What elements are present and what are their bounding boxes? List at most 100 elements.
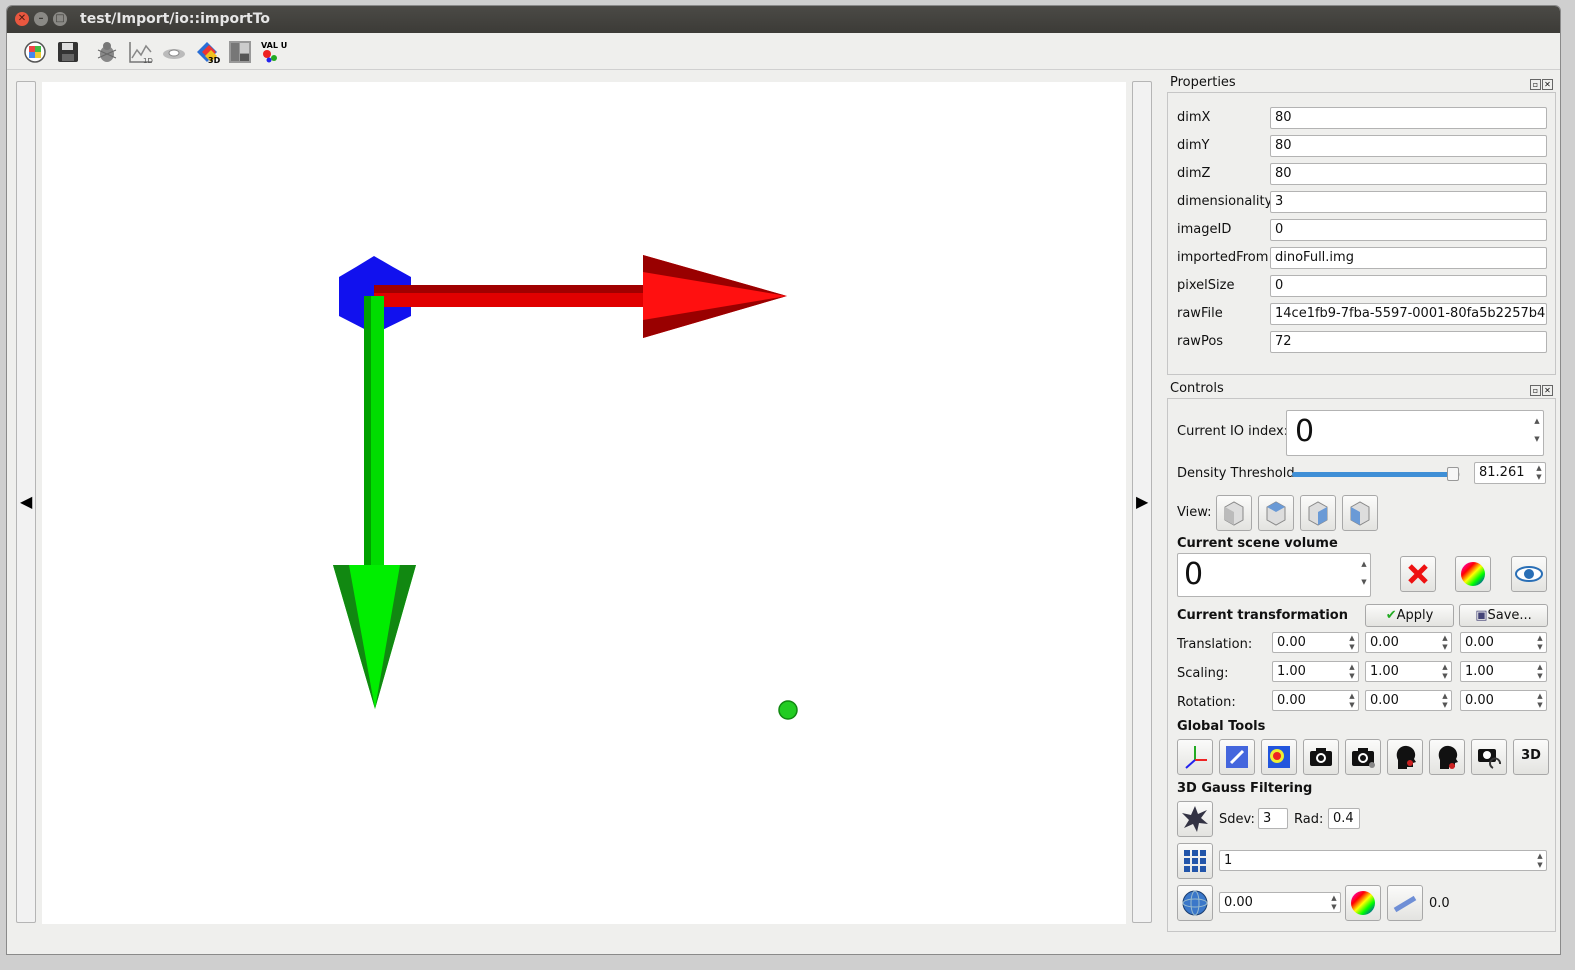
view-back-button[interactable] xyxy=(1342,495,1378,531)
sphere-spinbox[interactable]: 0.00 ▲ ▼ xyxy=(1219,892,1341,913)
save-transform-button[interactable]: ▣Save... xyxy=(1459,604,1548,627)
link-tool-button[interactable] xyxy=(1219,739,1255,775)
bug-icon[interactable] xyxy=(95,40,119,64)
property-value-field[interactable]: 0 xyxy=(1270,219,1547,241)
save-icon[interactable] xyxy=(56,40,80,64)
scaling-spinbox[interactable]: 1.00 ▲ ▼ xyxy=(1365,661,1452,682)
spin-arrows-icon[interactable]: ▲ ▼ xyxy=(1534,662,1546,681)
volume-visibility-button[interactable] xyxy=(1511,556,1547,592)
screenshot-button[interactable] xyxy=(1303,739,1339,775)
scene-volume-spinbox[interactable]: 0 ▲ ▼ xyxy=(1177,553,1371,597)
left-arrow-icon: ◀ xyxy=(20,492,33,511)
screenshot-hires-button[interactable] xyxy=(1345,739,1381,775)
rotate-camera-button[interactable] xyxy=(1471,739,1507,775)
svg-text:1D: 1D xyxy=(143,57,153,64)
sdev-input[interactable]: 3 xyxy=(1258,808,1288,829)
property-value-field[interactable]: dinoFull.img xyxy=(1270,247,1547,269)
property-value-field[interactable]: 80 xyxy=(1270,107,1547,129)
spin-arrows-icon[interactable]: ▲ ▼ xyxy=(1346,691,1358,710)
view-front-button[interactable] xyxy=(1216,495,1252,531)
scaling-value: 1.00 xyxy=(1370,664,1399,679)
cube-top-icon xyxy=(1266,501,1286,526)
3d-rotate-button[interactable]: 3D xyxy=(1513,739,1549,775)
spin-arrows-icon[interactable]: ▲ ▼ xyxy=(1358,554,1370,596)
property-value-field[interactable]: 80 xyxy=(1270,135,1547,157)
float-icon[interactable]: ▫ xyxy=(1530,385,1541,396)
values-icon[interactable]: VAL UES xyxy=(261,40,299,64)
remove-volume-button[interactable] xyxy=(1400,556,1436,592)
property-value-field[interactable]: 3 xyxy=(1270,191,1547,213)
translation-spinbox[interactable]: 0.00 ▲ ▼ xyxy=(1460,632,1547,653)
sphere-button[interactable] xyxy=(1177,885,1213,921)
head-tool-2-button[interactable] xyxy=(1429,739,1465,775)
values-icon-text: VAL UES xyxy=(261,41,287,50)
spin-arrows-icon[interactable]: ▲ ▼ xyxy=(1346,633,1358,652)
title-bar: ✕ – □ test/Import/io::importTo xyxy=(7,6,1560,33)
spin-arrows-icon[interactable]: ▲ ▼ xyxy=(1346,662,1358,681)
spin-arrows-icon[interactable]: ▲ ▼ xyxy=(1439,691,1451,710)
grayscale-image-icon[interactable] xyxy=(228,40,252,64)
render-viewport[interactable] xyxy=(42,82,1126,924)
spin-arrows-icon[interactable]: ▲ ▼ xyxy=(1534,691,1546,710)
spin-arrows-icon[interactable]: ▲ ▼ xyxy=(1439,662,1451,681)
spin-arrows-icon[interactable]: ▲ ▼ xyxy=(1533,463,1545,483)
apply-button[interactable]: ✔Apply xyxy=(1365,604,1454,627)
scaling-spinbox[interactable]: 1.00 ▲ ▼ xyxy=(1272,661,1359,682)
io-index-spinbox[interactable]: 0 ▲ ▼ xyxy=(1286,410,1544,456)
3d-view-icon[interactable]: 3D xyxy=(195,40,221,65)
rotation-spinbox[interactable]: 0.00 ▲ ▼ xyxy=(1460,690,1547,711)
density-slider[interactable] xyxy=(1292,467,1460,481)
grid-value: 1 xyxy=(1224,853,1233,868)
right-arrow-icon: ▶ xyxy=(1136,492,1149,511)
histogram-1d-icon[interactable]: 1D xyxy=(128,40,153,65)
heatmap-icon xyxy=(1268,746,1290,768)
palette-icon[interactable] xyxy=(23,40,47,64)
translation-spinbox[interactable]: 0.00 ▲ ▼ xyxy=(1365,632,1452,653)
rotation-spinbox[interactable]: 0.00 ▲ ▼ xyxy=(1365,690,1452,711)
minimize-window-button[interactable]: – xyxy=(34,12,48,26)
spin-arrows-icon[interactable]: ▲ ▼ xyxy=(1439,633,1451,652)
property-label: dimZ xyxy=(1177,166,1211,181)
property-label: rawFile xyxy=(1177,306,1223,321)
scanner-icon[interactable] xyxy=(162,40,186,64)
rad-input[interactable]: 0.4 xyxy=(1328,808,1360,829)
property-value-field[interactable]: 72 xyxy=(1270,331,1547,353)
volume-color-button[interactable] xyxy=(1455,556,1491,592)
scaling-spinbox[interactable]: 1.00 ▲ ▼ xyxy=(1460,661,1547,682)
link-icon xyxy=(1226,746,1248,768)
translation-spinbox[interactable]: 0.00 ▲ ▼ xyxy=(1272,632,1359,653)
property-value-field[interactable]: 80 xyxy=(1270,163,1547,185)
float-icon[interactable]: ▫ xyxy=(1530,79,1541,90)
sphere-icon xyxy=(1182,890,1208,916)
sphere-color-button[interactable] xyxy=(1345,885,1381,921)
density-slider-handle[interactable] xyxy=(1447,467,1460,481)
translation-value: 0.00 xyxy=(1277,635,1306,650)
grid-button[interactable] xyxy=(1177,843,1213,879)
view-side-button[interactable] xyxy=(1300,495,1336,531)
grid-spinbox[interactable]: 1 ▲ ▼ xyxy=(1219,850,1547,871)
line-icon xyxy=(1393,895,1417,913)
property-value-field[interactable]: 14ce1fb9-7fba-5597-0001-80fa5b2257b4 xyxy=(1270,303,1547,325)
heatmap-tool-button[interactable] xyxy=(1261,739,1297,775)
axes-tool-button[interactable] xyxy=(1177,739,1213,775)
line-tool-button[interactable] xyxy=(1387,885,1423,921)
close-icon[interactable]: ✕ xyxy=(1542,385,1553,396)
gauss-filter-button[interactable] xyxy=(1177,801,1213,837)
spin-arrows-icon[interactable]: ▲ ▼ xyxy=(1531,411,1543,455)
left-collapse-handle[interactable]: ◀ xyxy=(16,81,36,923)
sdev-label: Sdev: xyxy=(1219,812,1255,827)
density-spinbox[interactable]: 81.261 ▲ ▼ xyxy=(1474,462,1546,484)
rotation-label: Rotation: xyxy=(1177,695,1236,710)
head-tool-button[interactable] xyxy=(1387,739,1423,775)
right-collapse-handle[interactable]: ▶ xyxy=(1132,81,1152,923)
spin-arrows-icon[interactable]: ▲ ▼ xyxy=(1328,893,1340,912)
view-top-button[interactable] xyxy=(1258,495,1294,531)
close-icon[interactable]: ✕ xyxy=(1542,79,1553,90)
maximize-window-button[interactable]: □ xyxy=(53,12,67,26)
spin-arrows-icon[interactable]: ▲ ▼ xyxy=(1534,851,1546,870)
property-value-field[interactable]: 0 xyxy=(1270,275,1547,297)
rad-label: Rad: xyxy=(1294,812,1324,827)
spin-arrows-icon[interactable]: ▲ ▼ xyxy=(1534,633,1546,652)
close-window-button[interactable]: ✕ xyxy=(15,12,29,26)
rotation-spinbox[interactable]: 0.00 ▲ ▼ xyxy=(1272,690,1359,711)
